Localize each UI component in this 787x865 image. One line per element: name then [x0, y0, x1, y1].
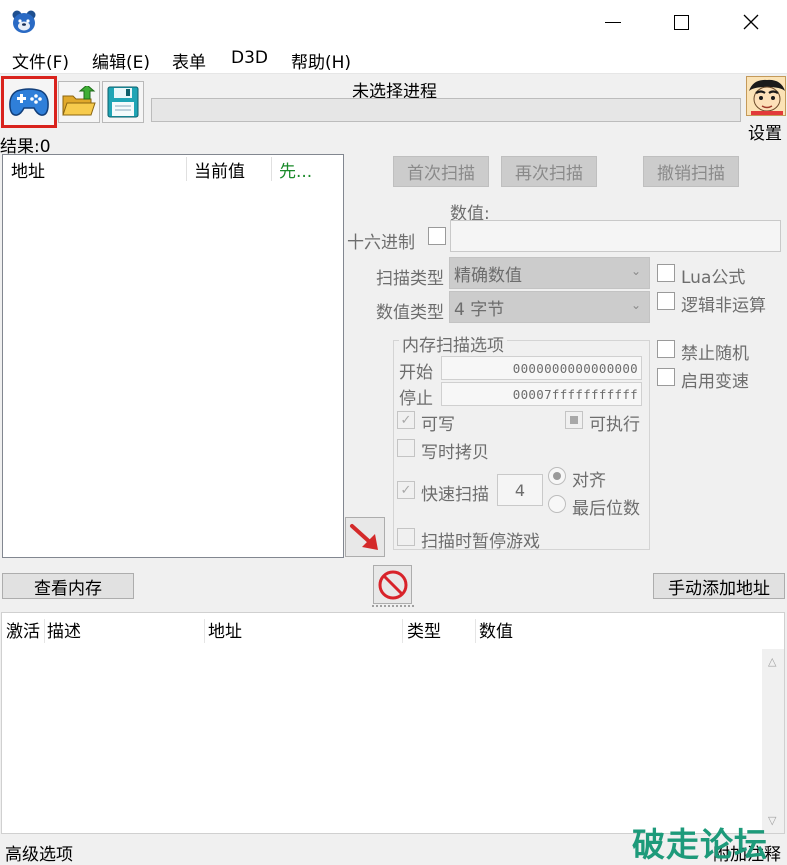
settings-avatar-icon[interactable] — [746, 76, 786, 116]
add-address-manually-button[interactable]: 手动添加地址 — [653, 573, 785, 599]
undo-scan-button[interactable]: 撤销扫描 — [643, 156, 739, 187]
menu-edit[interactable]: 编辑(E) — [92, 48, 150, 73]
column-separator — [204, 619, 205, 643]
writable-checkbox[interactable]: ✓ — [397, 411, 415, 429]
column-separator — [271, 157, 272, 181]
executable-checkbox[interactable] — [565, 411, 583, 429]
fast-scan-value: 4 — [514, 480, 526, 500]
menu-table[interactable]: 表单 — [172, 48, 206, 73]
minimize-icon — [605, 21, 621, 23]
menu-d3d[interactable]: D3D — [231, 48, 268, 68]
value-type-select[interactable]: 4 字节 ⌄ — [449, 291, 650, 323]
start-address-label: 开始 — [399, 363, 433, 383]
minimize-button[interactable] — [590, 0, 636, 44]
disable-random-checkbox[interactable] — [657, 340, 675, 358]
column-description[interactable]: 描述 — [47, 617, 81, 642]
view-memory-button[interactable]: 查看内存 — [2, 573, 134, 599]
watermark-text: 破走论坛 — [632, 825, 768, 864]
speedhack-checkbox[interactable] — [657, 368, 675, 386]
stop-address-input[interactable]: 00007fffffffffff — [441, 382, 642, 406]
logical-not-checkbox[interactable] — [657, 292, 675, 310]
value-input[interactable] — [450, 220, 781, 252]
value-type-value: 4 字节 — [454, 299, 505, 320]
column-active[interactable]: 激活 — [6, 617, 40, 642]
scroll-down-icon[interactable]: ▽ — [768, 814, 776, 827]
scan-type-select[interactable]: 精确数值 ⌄ — [449, 257, 650, 289]
fast-scan-label: 快速扫描 — [421, 485, 489, 505]
column-separator — [44, 619, 45, 643]
splitter-grip[interactable] — [372, 605, 414, 609]
lua-formula-label: Lua公式 — [681, 268, 746, 288]
open-file-button[interactable] — [58, 81, 100, 123]
fast-scan-input[interactable]: 4 — [497, 474, 543, 506]
open-process-button[interactable] — [1, 76, 57, 128]
chevron-down-icon: ⌄ — [630, 264, 641, 278]
scan-type-value: 精确数值 — [454, 265, 522, 286]
maximize-icon — [673, 14, 689, 30]
writable-label: 可写 — [421, 415, 455, 435]
open-folder-icon — [62, 86, 96, 116]
executable-label: 可执行 — [589, 415, 640, 435]
scan-type-label: 扫描类型 — [376, 269, 444, 289]
pause-game-checkbox[interactable] — [397, 528, 415, 546]
logical-not-label: 逻辑非运算 — [681, 296, 766, 316]
disable-random-label: 禁止随机 — [681, 344, 749, 364]
lua-formula-checkbox[interactable] — [657, 264, 675, 282]
floppy-disk-icon — [107, 86, 139, 118]
fast-scan-checkbox[interactable]: ✓ — [397, 481, 415, 499]
copy-on-write-checkbox[interactable] — [397, 439, 415, 457]
memory-options-title: 内存扫描选项 — [399, 331, 507, 356]
cheat-table[interactable]: 激活 描述 地址 类型 数值 △ ▽ — [1, 612, 785, 834]
speedhack-label: 启用变速 — [681, 372, 749, 392]
arrow-down-right-icon — [350, 524, 378, 550]
scroll-up-icon[interactable]: △ — [768, 655, 776, 668]
stop-address-label: 停止 — [399, 389, 433, 409]
first-scan-button[interactable]: 首次扫描 — [393, 156, 489, 187]
menu-bar: 文件(F) 编辑(E) 表单 D3D 帮助(H) — [0, 44, 787, 74]
next-scan-button[interactable]: 再次扫描 — [501, 156, 597, 187]
hex-label: 十六进制 — [347, 233, 415, 253]
close-button[interactable] — [728, 0, 774, 44]
align-radio[interactable] — [548, 467, 566, 485]
hex-checkbox[interactable] — [428, 227, 446, 245]
stop-scan-button[interactable] — [373, 565, 412, 604]
column-address[interactable]: 地址 — [208, 617, 242, 642]
app-logo-icon — [10, 8, 38, 36]
pause-game-label: 扫描时暂停游戏 — [421, 532, 540, 552]
last-digits-radio[interactable] — [548, 495, 566, 513]
title-bar — [0, 0, 787, 44]
add-to-list-button[interactable] — [345, 517, 385, 557]
gamepad-icon — [9, 88, 49, 116]
vertical-scrollbar[interactable]: △ ▽ — [762, 649, 784, 833]
column-separator — [186, 157, 187, 181]
column-separator — [475, 619, 476, 643]
menu-file[interactable]: 文件(F) — [12, 48, 69, 73]
save-button[interactable] — [102, 81, 144, 123]
maximize-button[interactable] — [658, 0, 704, 44]
process-progress-bar — [151, 98, 741, 122]
column-address[interactable]: 地址 — [11, 157, 45, 182]
column-separator — [402, 619, 403, 643]
copy-on-write-label: 写时拷贝 — [421, 443, 489, 463]
column-current-value[interactable]: 当前值 — [194, 157, 245, 182]
align-label: 对齐 — [572, 471, 606, 491]
settings-label[interactable]: 设置 — [748, 119, 782, 144]
menu-help[interactable]: 帮助(H) — [291, 48, 351, 73]
column-previous-value[interactable]: 先... — [279, 157, 312, 182]
column-value[interactable]: 数值 — [479, 617, 513, 642]
chevron-down-icon: ⌄ — [630, 298, 641, 312]
value-type-label: 数值类型 — [376, 303, 444, 323]
no-entry-icon — [378, 570, 407, 599]
last-digits-label: 最后位数 — [572, 499, 640, 519]
column-type[interactable]: 类型 — [407, 617, 441, 642]
start-address-input[interactable]: 0000000000000000 — [441, 356, 642, 380]
advanced-options-link[interactable]: 高级选项 — [5, 840, 73, 865]
found-address-list[interactable]: 地址 当前值 先... — [2, 154, 344, 558]
close-icon — [743, 14, 759, 30]
